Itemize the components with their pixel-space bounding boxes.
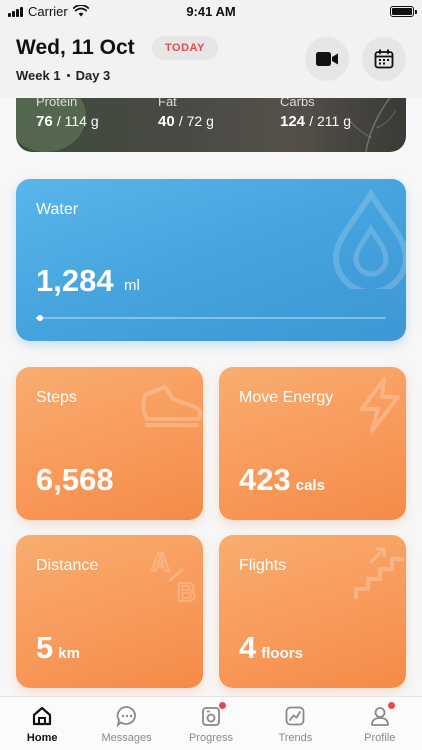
macro-value: 76 <box>36 113 53 130</box>
macro-protein: Protein 76 / 114 g <box>36 94 99 130</box>
page-title: Wed, 11 Oct <box>16 36 135 59</box>
signal-icon <box>8 6 23 17</box>
video-button[interactable] <box>305 37 349 81</box>
water-title: Water <box>36 201 79 218</box>
day-label: Day 3 <box>75 68 111 83</box>
macro-value: 40 <box>158 113 175 130</box>
calendar-icon <box>374 49 394 69</box>
tab-label: Home <box>26 732 58 744</box>
status-bar: Carrier 9:41 AM <box>0 0 422 22</box>
tab-label: Profile <box>364 732 396 744</box>
header: Wed, 11 Oct TODAY Week 1 Day 3 <box>0 22 422 98</box>
flights-title: Flights <box>239 557 287 574</box>
flights-unit: floors <box>261 645 303 662</box>
svg-text:B: B <box>177 577 196 607</box>
steps-tile[interactable]: Steps 6,568 <box>16 367 203 520</box>
macro-fat: Fat 40 / 72 g <box>158 94 214 130</box>
wifi-icon <box>72 5 89 17</box>
status-time: 9:41 AM <box>186 3 236 19</box>
macro-target: / 114 g <box>56 113 99 129</box>
tab-bar: Home Messages Progress Trends Profile <box>0 696 422 750</box>
week-label: Week 1 <box>16 68 61 83</box>
battery-icon <box>390 5 417 17</box>
chat-bubble-icon <box>116 706 136 727</box>
status-bar-left: Carrier <box>8 4 89 19</box>
stairs-icon <box>354 547 404 599</box>
week-day-line: Week 1 Day 3 <box>16 68 110 83</box>
home-icon <box>33 706 52 726</box>
flights-value: 4 <box>239 630 257 665</box>
move-energy-unit: cals <box>295 477 325 494</box>
macro-carbs: Carbs 124 / 211 g <box>280 94 351 130</box>
flights-tile[interactable]: Flights 4 floors <box>219 535 406 688</box>
water-drop-icon <box>332 189 406 289</box>
shoe-icon <box>141 384 203 427</box>
carrier-label: Carrier <box>28 3 68 19</box>
water-unit: ml <box>124 277 140 294</box>
a-to-b-icon: A B <box>150 546 197 607</box>
distance-unit: km <box>58 645 80 662</box>
tab-label: Trends <box>278 732 313 744</box>
tab-progress[interactable]: Progress <box>169 701 253 750</box>
tab-trends[interactable]: Trends <box>253 703 337 750</box>
notification-badge <box>217 701 227 710</box>
water-progress-knob <box>36 315 43 321</box>
tab-label: Progress <box>188 732 233 744</box>
lightning-icon <box>360 377 400 433</box>
svg-text:A: A <box>151 547 170 577</box>
macro-target: / 72 g <box>178 113 214 129</box>
separator-dot <box>66 74 70 77</box>
today-badge[interactable]: TODAY <box>152 36 218 60</box>
water-progress-bar <box>36 315 386 321</box>
distance-value: 5 <box>36 630 54 665</box>
trend-chart-icon <box>285 706 305 726</box>
move-energy-title: Move Energy <box>239 389 334 406</box>
steps-value: 6,568 <box>36 462 114 497</box>
tab-messages[interactable]: Messages <box>85 703 169 750</box>
macro-value: 124 <box>280 113 306 130</box>
tab-label: Messages <box>101 732 152 744</box>
steps-title: Steps <box>36 389 77 406</box>
calendar-button[interactable] <box>362 37 406 81</box>
distance-title: Distance <box>36 557 99 574</box>
video-camera-icon <box>316 52 338 66</box>
move-energy-value: 423 <box>239 462 291 497</box>
water-card[interactable]: Water 1,284 ml <box>16 179 406 341</box>
macro-target: / 211 g <box>309 113 351 129</box>
tab-profile[interactable]: Profile <box>338 701 422 750</box>
water-value: 1,284 <box>36 263 114 298</box>
notification-badge <box>386 701 396 710</box>
move-energy-tile[interactable]: Move Energy 423 cals <box>219 367 406 520</box>
tab-home[interactable]: Home <box>0 703 84 750</box>
distance-tile[interactable]: A B Distance 5 km <box>16 535 203 688</box>
